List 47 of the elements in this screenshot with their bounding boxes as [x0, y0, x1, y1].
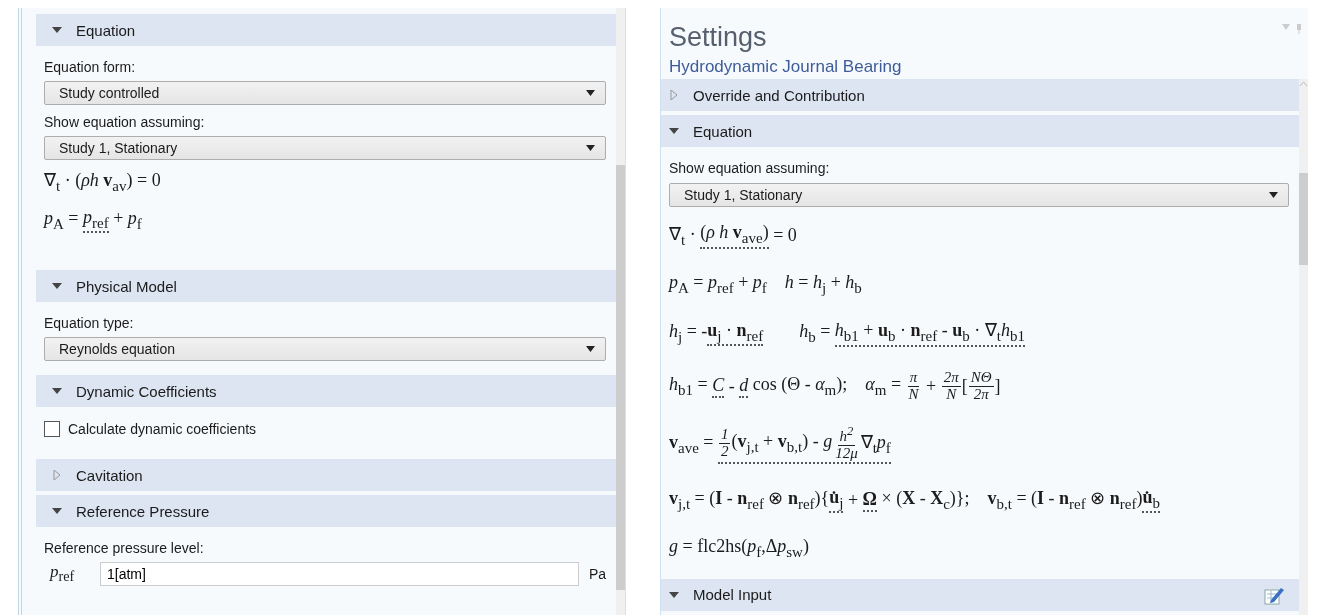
section-header[interactable]: Cavitation	[36, 459, 616, 492]
scrollbar-thumb[interactable]	[1299, 173, 1308, 265]
dropdown-arrow-icon[interactable]	[1282, 24, 1290, 30]
equation: p$_{A}$ = p$_{ref}$ + p$_{f}$	[44, 205, 142, 236]
scrollbar-thumb[interactable]	[616, 165, 625, 590]
unit-label: Pa	[588, 566, 606, 583]
section-header[interactable]: Equation	[661, 115, 1299, 147]
collapse-triangle-icon[interactable]	[669, 126, 679, 136]
dropdown[interactable]: Reynolds equation	[44, 337, 606, 362]
dropdown[interactable]: Study 1, Stationary	[669, 183, 1289, 207]
panel-title: Settings	[669, 22, 767, 53]
caret-icon	[586, 346, 595, 353]
field-label: Show equation assuming:	[669, 160, 831, 176]
field-label: Show equation assuming:	[44, 114, 206, 130]
dropdown[interactable]: Study controlled	[44, 81, 606, 105]
expand-triangle-icon[interactable]	[52, 470, 62, 481]
field-label: Reference pressure level:	[44, 540, 205, 557]
scroll-up-icon[interactable]	[1299, 79, 1308, 89]
pin-icon[interactable]	[1296, 24, 1302, 34]
equation: p$_{A}$ = p$_{ref}$ + p$_{f}$ h = h$_{j}$ + h$_{b}$	[669, 270, 862, 298]
equation: g = flc2hs(p$_{f}$,Δp$_{sw}$)	[669, 535, 809, 562]
section-header[interactable]: Dynamic Coefficients	[36, 375, 616, 408]
caret-icon	[586, 90, 595, 96]
field-symbol: p$_{ref}$	[48, 562, 76, 586]
checkbox[interactable]	[44, 421, 60, 438]
section-header[interactable]: Physical Model	[36, 270, 616, 303]
collapse-triangle-icon[interactable]	[669, 589, 679, 600]
field-label: Equation type:	[44, 315, 135, 332]
equation: v$_{j,t}$ = (I - n$_{ref}$ ⊗ n$_{ref}$){u̇$_{j}$ + Ω × (X - X$_{c}$)}; v$_{b,t}$ = (I - n$_{ref}$ ⊗ n$_{ref}$)u̇$_{b}$	[669, 485, 1160, 516]
equation: ∇$_{t}$ · (ρh v$_{av}$) = 0	[44, 169, 161, 196]
section-header[interactable]: Model Input	[661, 578, 1299, 611]
equation: h$_{j}$ = -u$_{j}$ · n$_{ref}$ h$_{b}$ = h$_{b1}$ + u$_{b}$ · n$_{ref}$ - u$_{b}$ · ∇$_{t}$h$_{b1}$	[669, 318, 1025, 349]
equation: ∇$_{t}$ · (ρ h v$_{ave}$) = 0	[669, 221, 797, 251]
section-header[interactable]: Reference Pressure	[36, 495, 616, 528]
section-header[interactable]: Override and Contribution	[661, 79, 1299, 111]
dropdown[interactable]: Study 1, Stationary	[44, 136, 606, 160]
section-header[interactable]: Equation	[36, 14, 616, 46]
field-label: Equation form:	[44, 59, 137, 75]
input-field[interactable]: 1[atm]	[100, 562, 579, 587]
caret-icon	[586, 145, 595, 151]
scrollbar[interactable]	[616, 8, 625, 615]
caret-icon	[1269, 192, 1278, 198]
panel-subtitle: Hydrodynamic Journal Bearing	[669, 57, 903, 77]
expand-triangle-icon[interactable]	[669, 90, 679, 100]
checkbox-label[interactable]: Calculate dynamic coefficients	[68, 421, 257, 438]
collapse-triangle-icon[interactable]	[52, 25, 62, 35]
scrollbar[interactable]	[1299, 79, 1308, 615]
